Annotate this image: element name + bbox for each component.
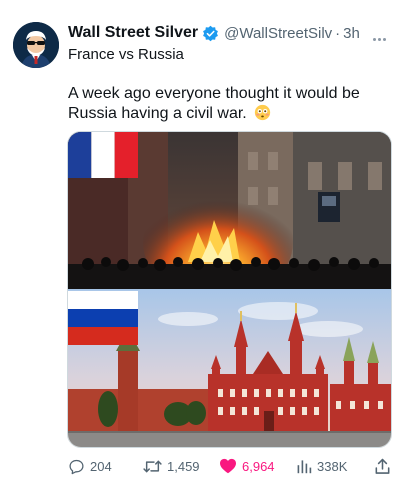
like-count: 6,964 <box>242 458 275 474</box>
france-flag-icon <box>68 132 138 178</box>
tweet-text: A week ago everyone thought it would be … <box>68 84 388 124</box>
tweet-text-content: A week ago everyone thought it would be … <box>68 85 360 122</box>
verified-badge-icon <box>203 25 219 41</box>
retweet-icon <box>143 460 162 473</box>
reply-count: 204 <box>90 459 112 474</box>
reply-button[interactable]: 204 <box>68 458 112 475</box>
retweet-button[interactable]: 1,459 <box>143 458 200 475</box>
separator-dot: · <box>335 24 341 42</box>
action-bar: 204 1,459 6,964 338K <box>68 458 392 476</box>
tweet-media[interactable] <box>67 131 392 448</box>
views-chart-icon <box>297 460 312 474</box>
reply-icon <box>69 459 84 475</box>
quoted-title: France vs Russia <box>68 46 184 63</box>
author-handle[interactable]: @WallStreetSilv <box>224 25 332 42</box>
avatar[interactable] <box>13 22 59 68</box>
flushed-face-emoji-icon <box>255 104 271 121</box>
uncle-sam-sunglasses-avatar-icon <box>13 22 59 68</box>
share-icon <box>375 458 390 474</box>
tweet-timestamp[interactable]: 3h <box>343 25 360 42</box>
heart-filled-icon <box>220 458 236 474</box>
share-button[interactable] <box>374 458 396 475</box>
views-button[interactable]: 338K <box>296 458 347 474</box>
retweet-count: 1,459 <box>167 459 200 474</box>
russia-flag-icon <box>68 291 138 345</box>
tweet-header: Wall Street Silver @WallStreetSilv · 3h <box>68 22 395 44</box>
views-count: 338K <box>317 458 348 474</box>
tweet[interactable]: Wall Street Silver @WallStreetSilv · 3h … <box>0 0 405 500</box>
like-button[interactable]: 6,964 <box>219 458 275 474</box>
more-options-icon[interactable] <box>373 28 391 41</box>
author-name[interactable]: Wall Street Silver <box>68 24 198 42</box>
